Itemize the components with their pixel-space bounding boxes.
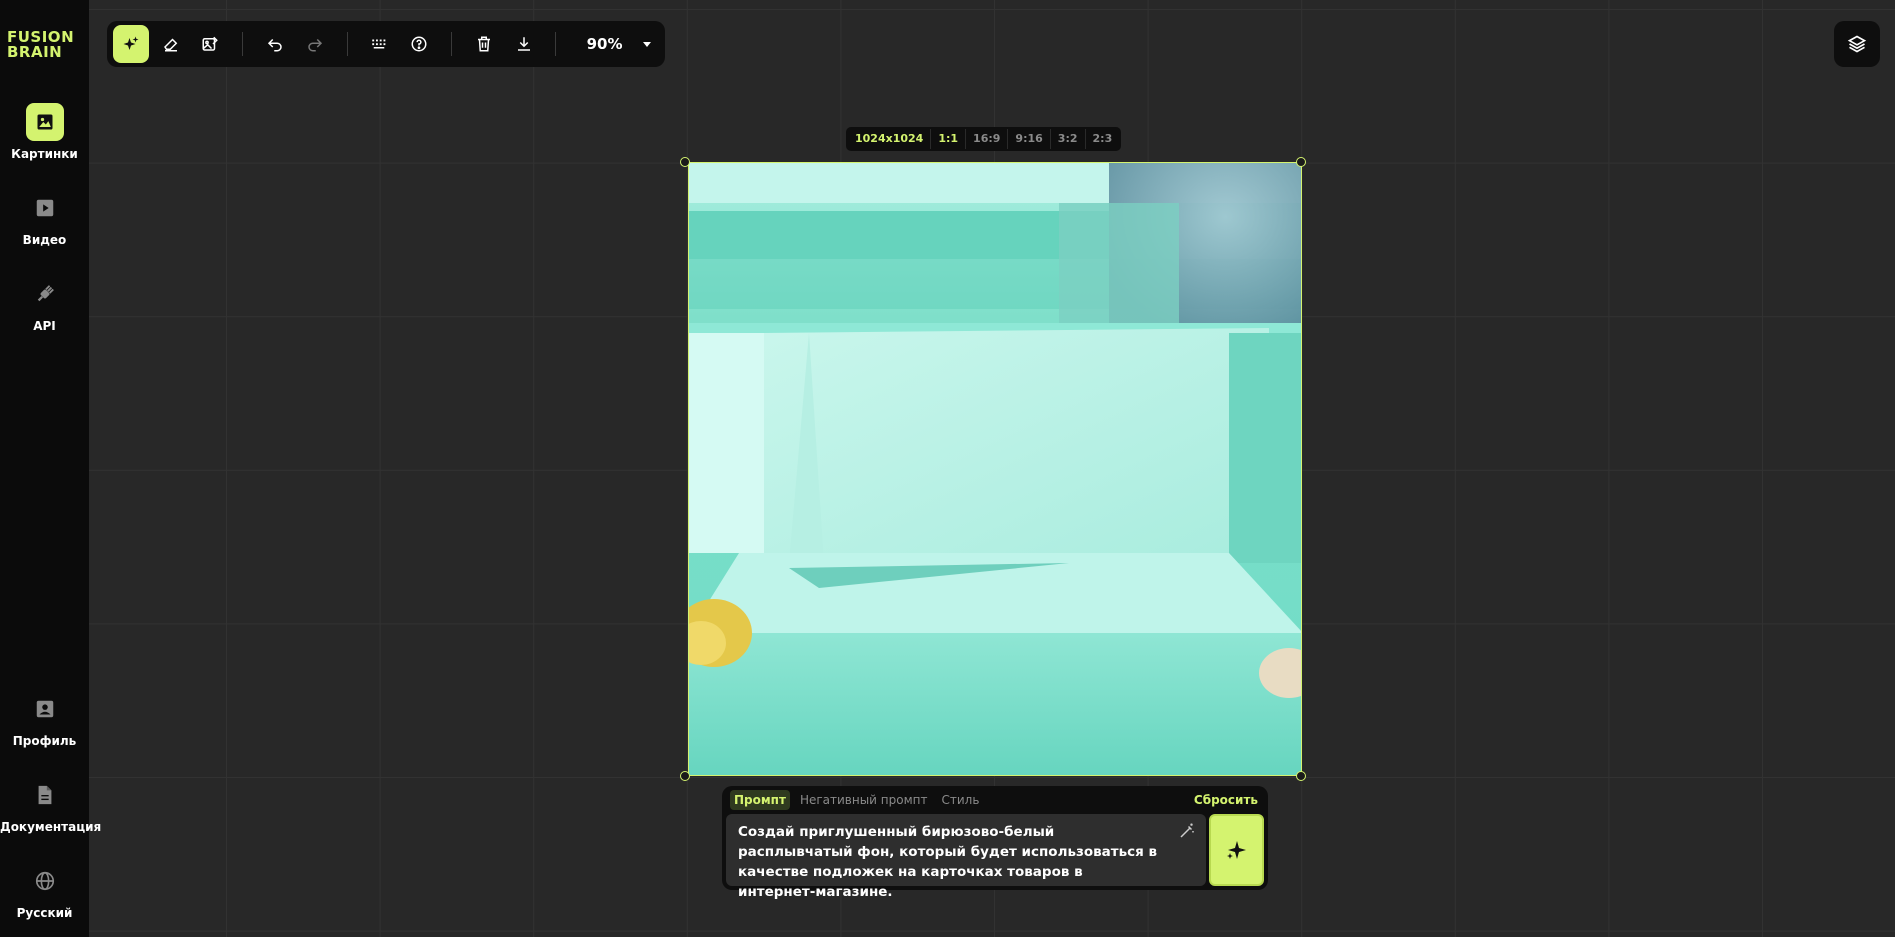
eraser-icon [163, 38, 177, 52]
resize-handle-top-left[interactable] [680, 157, 690, 167]
nav-label-language: Русский [16, 906, 73, 920]
nav-label-images: Картинки [11, 147, 78, 161]
nav-label-video: Видео [22, 233, 67, 247]
sparkle-icon [1226, 841, 1246, 859]
video-icon [26, 189, 64, 227]
tab-style[interactable]: Стиль [938, 790, 984, 810]
image-edit-icon [202, 36, 219, 51]
download-button[interactable] [506, 25, 542, 63]
delete-button[interactable] [466, 25, 502, 63]
redo-icon [307, 38, 322, 52]
toolbar-divider [555, 32, 557, 56]
chevron-down-icon [642, 42, 651, 47]
plug-icon [26, 275, 64, 313]
eraser-tool-button[interactable] [153, 25, 189, 63]
undo-button[interactable] [257, 25, 293, 63]
generate-tool-button[interactable] [113, 25, 149, 63]
prompt-input[interactable]: Создай приглушенный бирюзово-белый распл… [726, 814, 1206, 900]
generated-image-frame[interactable] [688, 162, 1302, 776]
resize-handle-bottom-left[interactable] [680, 771, 690, 781]
globe-icon [26, 862, 64, 900]
toolbar-divider [242, 32, 244, 56]
trash-icon [477, 36, 490, 52]
layers-icon [1847, 35, 1867, 53]
ratio-option-2-3[interactable]: 2:3 [1086, 129, 1120, 149]
improve-prompt-button[interactable] [1176, 820, 1198, 842]
prompt-panel: Промпт Негативный промпт Стиль Сбросить … [722, 786, 1268, 900]
help-button[interactable] [401, 25, 437, 63]
sidebar: FUSION BRAIN Картинки Видео API Профиль … [0, 0, 102, 937]
logo[interactable]: FUSION BRAIN [7, 30, 83, 60]
generate-icon [123, 36, 139, 50]
layers-button[interactable] [1834, 21, 1880, 67]
image-edit-tool-button[interactable] [192, 25, 228, 63]
zoom-dropdown-button[interactable] [633, 25, 661, 63]
resize-handle-top-right[interactable] [1296, 157, 1306, 167]
redo-button[interactable] [297, 25, 333, 63]
image-icon [25, 103, 64, 141]
magic-wand-icon [1180, 823, 1194, 838]
aspect-ratio-bar: 1024x1024 1:1 16:9 9:16 3:2 2:3 [846, 127, 1122, 151]
reset-button[interactable]: Сбросить [1194, 793, 1258, 807]
toolbar-divider [346, 32, 348, 56]
undo-icon [267, 38, 282, 52]
tab-prompt[interactable]: Промпт [730, 790, 790, 810]
ratio-option-16-9[interactable]: 16:9 [966, 129, 1009, 149]
nav-item-docs[interactable]: Документация [0, 776, 102, 834]
generated-image [689, 163, 1301, 775]
toolbar-divider [451, 32, 452, 56]
ratio-option-1-1[interactable]: 1:1 [931, 129, 967, 149]
document-icon [26, 776, 64, 814]
grid-toggle-button[interactable] [362, 25, 398, 63]
profile-icon [26, 690, 64, 728]
tab-negative-prompt[interactable]: Негативный промпт [796, 790, 932, 810]
resize-handle-bottom-right[interactable] [1296, 771, 1306, 781]
nav-label-profile: Профиль [12, 734, 77, 748]
nav-label-docs: Документация [0, 820, 102, 834]
grid-icon [372, 39, 386, 49]
ratio-option-9-16[interactable]: 9:16 [1008, 129, 1051, 149]
download-icon [517, 37, 530, 51]
nav-item-profile[interactable]: Профиль [0, 690, 89, 748]
nav-item-language[interactable]: Русский [0, 862, 89, 920]
toolbar: 90% [107, 21, 665, 67]
nav-item-api[interactable]: API [0, 275, 89, 333]
zoom-level[interactable]: 90% [576, 35, 632, 53]
prompt-text[interactable]: Создай приглушенный бирюзово-белый распл… [738, 822, 1158, 902]
nav-item-images[interactable]: Картинки [0, 103, 89, 161]
generate-button[interactable] [1209, 814, 1264, 886]
nav-label-api: API [33, 319, 56, 333]
prompt-tabs: Промпт Негативный промпт Стиль [730, 790, 989, 810]
help-icon [411, 36, 427, 52]
logo-line-2: BRAIN [7, 43, 63, 61]
ratio-option-3-2[interactable]: 3:2 [1051, 129, 1086, 149]
image-size-label: 1024x1024 [848, 129, 932, 149]
nav-item-video[interactable]: Видео [0, 189, 89, 247]
